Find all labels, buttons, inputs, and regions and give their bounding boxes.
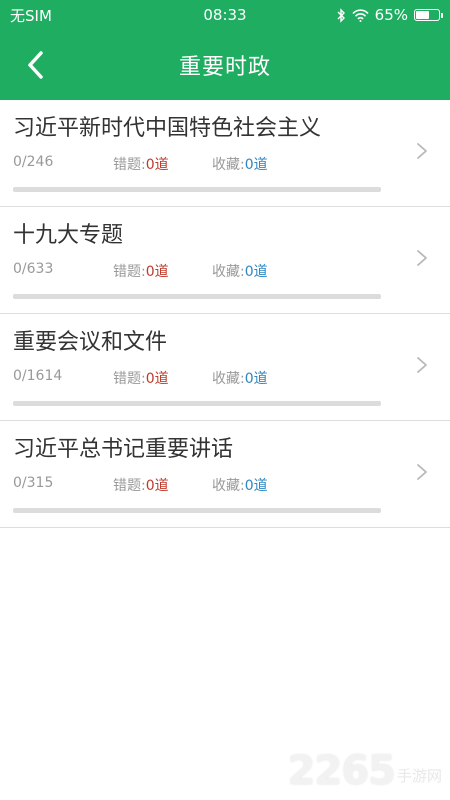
favorite-label: 收藏: — [212, 157, 245, 173]
progress-count: 0/246 — [13, 154, 54, 170]
wrong-count: 错题:0道 — [113, 475, 169, 495]
status-icons: 65% — [320, 6, 443, 24]
wrong-label: 错题: — [113, 478, 146, 494]
favorite-value: 0道 — [244, 371, 268, 387]
status-bar: 无SIM 08:33 65% — [0, 0, 450, 30]
favorite-count: 收藏:0道 — [212, 368, 268, 388]
watermark-logo: 2265 手游网 — [288, 748, 442, 794]
battery-level — [416, 11, 429, 19]
topic-stats: 0/633 错题:0道 收藏:0道 — [13, 261, 437, 281]
favorite-label: 收藏: — [212, 371, 245, 387]
watermark-text: 手游网 — [396, 767, 442, 785]
wrong-value: 0道 — [145, 371, 169, 387]
topic-title: 习近平新时代中国特色社会主义 — [13, 116, 322, 141]
wrong-label: 错题: — [113, 157, 146, 173]
wrong-value: 0道 — [145, 478, 169, 494]
battery-icon — [414, 9, 443, 21]
wrong-count: 错题:0道 — [113, 368, 169, 388]
battery-percent: 65% — [374, 6, 408, 24]
wifi-icon — [352, 8, 369, 22]
topic-title: 十九大专题 — [13, 223, 124, 248]
progress-bar — [13, 508, 381, 513]
wrong-count: 错题:0道 — [113, 154, 169, 174]
topic-item[interactable]: 十九大专题 0/633 错题:0道 收藏:0道 — [0, 207, 450, 314]
navigation-bar: 重要时政 — [0, 30, 450, 100]
progress-count: 0/1614 — [13, 368, 63, 384]
wrong-count: 错题:0道 — [113, 261, 169, 281]
favorite-value: 0道 — [244, 264, 268, 280]
page-title: 重要时政 — [178, 55, 271, 80]
bluetooth-icon — [337, 7, 345, 23]
topic-item[interactable]: 习近平新时代中国特色社会主义 0/246 错题:0道 收藏:0道 — [0, 100, 450, 207]
favorite-value: 0道 — [244, 478, 268, 494]
chevron-right-icon — [417, 357, 427, 373]
topic-item[interactable]: 习近平总书记重要讲话 0/315 错题:0道 收藏:0道 — [0, 421, 450, 528]
favorite-count: 收藏:0道 — [212, 475, 268, 495]
topic-title: 重要会议和文件 — [13, 330, 168, 355]
favorite-label: 收藏: — [212, 264, 245, 280]
progress-bar — [13, 401, 381, 406]
progress-count: 0/633 — [13, 261, 54, 277]
chevron-right-icon — [417, 143, 427, 159]
wrong-label: 错题: — [113, 371, 146, 387]
progress-bar — [13, 187, 381, 192]
favorite-label: 收藏: — [212, 478, 245, 494]
favorite-count: 收藏:0道 — [212, 261, 268, 281]
favorite-value: 0道 — [244, 157, 268, 173]
clock: 08:33 — [203, 6, 247, 24]
carrier-label: 无SIM — [10, 6, 52, 25]
chevron-right-icon — [417, 464, 427, 480]
favorite-count: 收藏:0道 — [212, 154, 268, 174]
watermark-number: 2265 — [287, 748, 396, 794]
wrong-value: 0道 — [145, 157, 169, 173]
wrong-label: 错题: — [113, 264, 146, 280]
back-button[interactable] — [18, 48, 52, 82]
chevron-left-icon — [28, 51, 43, 79]
progress-count: 0/315 — [13, 475, 54, 491]
topic-item[interactable]: 重要会议和文件 0/1614 错题:0道 收藏:0道 — [0, 314, 450, 421]
topic-stats: 0/1614 错题:0道 收藏:0道 — [13, 368, 437, 388]
wrong-value: 0道 — [145, 264, 169, 280]
topic-title: 习近平总书记重要讲话 — [13, 437, 234, 462]
progress-bar — [13, 294, 381, 299]
topic-list: 习近平新时代中国特色社会主义 0/246 错题:0道 收藏:0道 十九大专题 0… — [0, 100, 450, 528]
topic-stats: 0/246 错题:0道 收藏:0道 — [13, 154, 437, 174]
topic-stats: 0/315 错题:0道 收藏:0道 — [13, 475, 437, 495]
chevron-right-icon — [417, 250, 427, 266]
